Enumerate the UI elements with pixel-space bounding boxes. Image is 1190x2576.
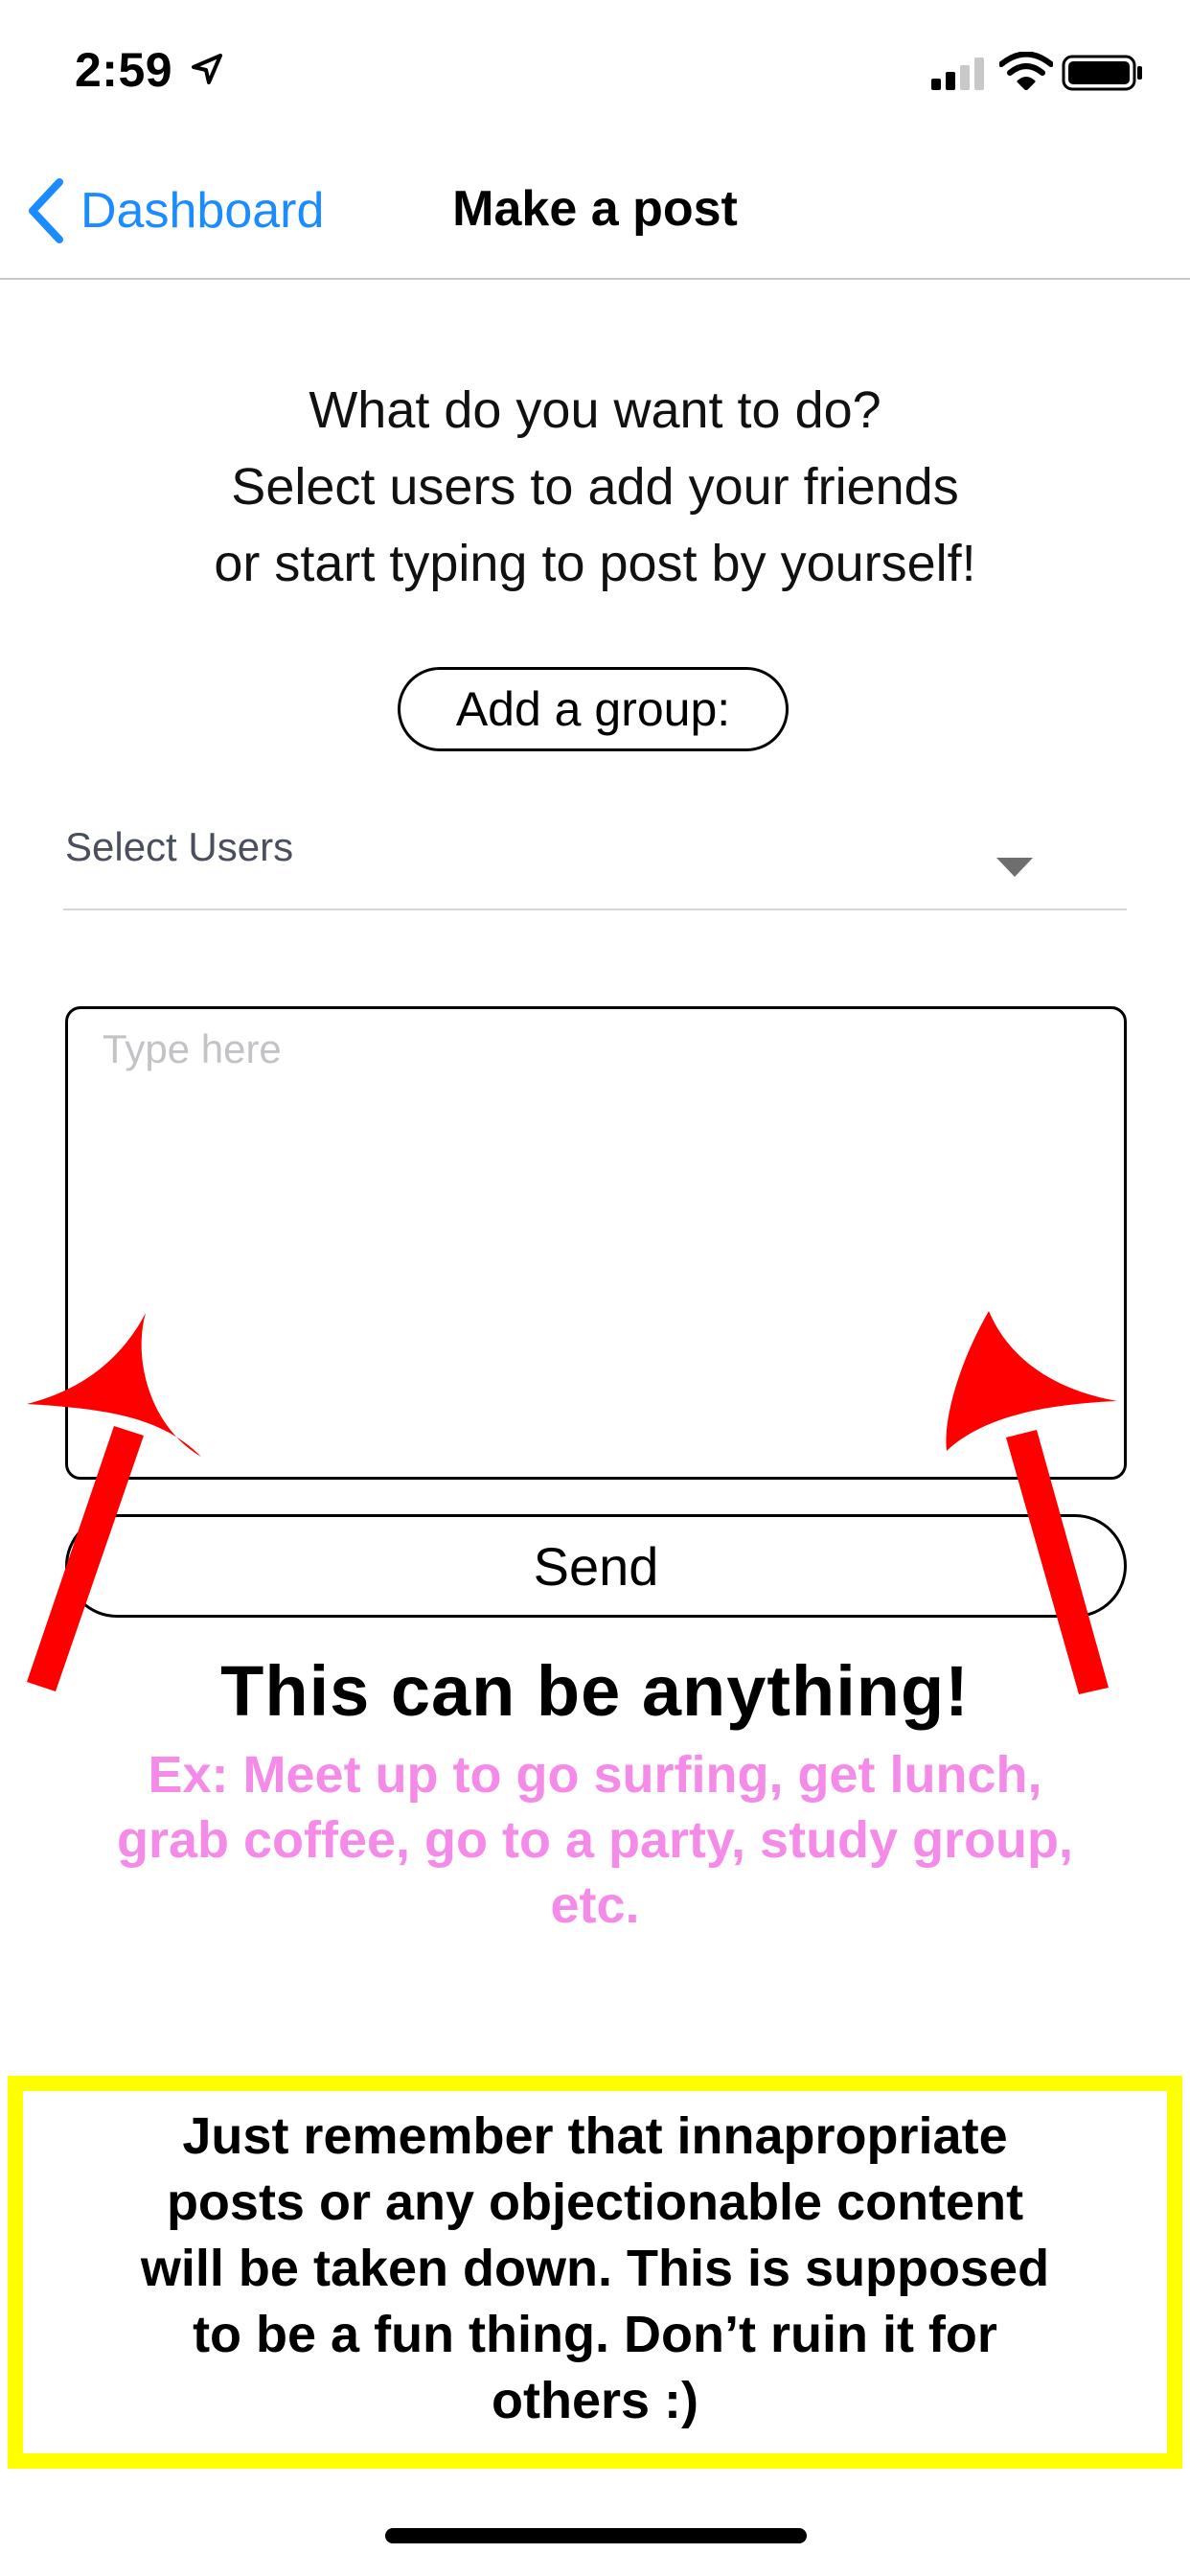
warning-box: Just remember that innapropriate posts o…: [8, 2076, 1182, 2469]
instructions-line: or start typing to post by yourself!: [214, 535, 976, 592]
add-group-button[interactable]: Add a group:: [398, 667, 789, 751]
battery-icon: [1062, 55, 1142, 91]
warning-line: Just remember that innapropriate: [182, 2106, 1008, 2165]
select-users-dropdown[interactable]: Select Users: [63, 815, 1127, 910]
example-line: Ex: Meet up to go surfing, get lunch,: [148, 1746, 1042, 1804]
page-title: Make a post: [452, 181, 738, 237]
home-indicator[interactable]: [385, 2528, 807, 2543]
post-text-input[interactable]: [65, 1006, 1127, 1480]
warning-line: posts or any objectionable content: [166, 2173, 1024, 2231]
headline-caption: This can be anything!: [220, 1651, 970, 1731]
wifi-icon: [999, 52, 1053, 90]
caret-down-icon: [996, 858, 1033, 877]
example-caption: Ex: Meet up to go surfing, get lunch, gr…: [15, 1742, 1175, 1938]
warning-line: others :): [492, 2371, 698, 2429]
cellular-signal-icon: [931, 58, 984, 90]
instructions-line: Select users to add your friends: [231, 458, 959, 516]
example-line: grab coffee, go to a party, study group,: [116, 1811, 1074, 1869]
nav-divider: [0, 278, 1190, 280]
instructions-text: What do you want to do? Select users to …: [77, 372, 1113, 602]
send-button[interactable]: Send: [65, 1514, 1127, 1618]
location-arrow-icon: [192, 54, 222, 84]
select-users-placeholder: Select Users: [65, 824, 294, 869]
example-line: etc.: [550, 1876, 640, 1934]
warning-line: will be taken down. This is supposed: [140, 2239, 1050, 2297]
status-time: 2:59: [75, 43, 173, 97]
instructions-line: What do you want to do?: [309, 381, 881, 439]
warning-line: to be a fun thing. Don’t ruin it for: [193, 2305, 997, 2363]
warning-text: Just remember that innapropriate posts o…: [25, 2104, 1165, 2434]
